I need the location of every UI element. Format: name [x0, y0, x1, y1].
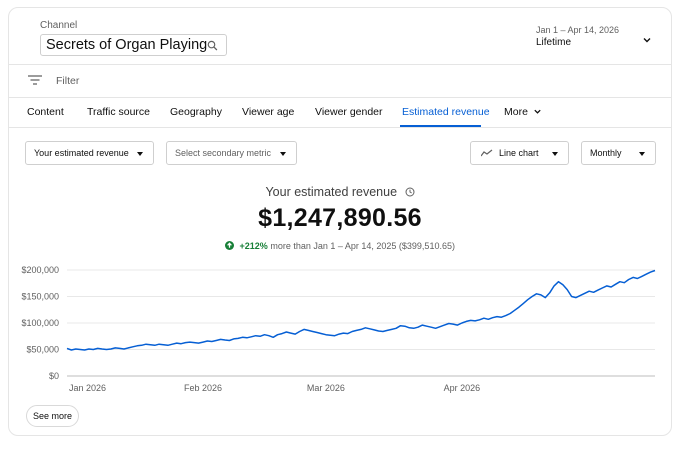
metric-value: $1,247,890.56: [258, 204, 422, 232]
tabs-divider: [9, 127, 671, 128]
metric-select-value: Your estimated revenue: [34, 148, 129, 158]
arrow-up-icon: [225, 241, 235, 250]
metric-change-percent: +212%: [239, 241, 268, 251]
dropdown-caret-icon: [137, 152, 143, 156]
secondary-metric-select[interactable]: Select secondary metric: [166, 141, 297, 165]
x-tick-label: Jan 2026: [69, 383, 106, 393]
revenue-line-chart: $200,000 $150,000 $100,000 $50,000 $0 Jan 202…: [21, 265, 656, 393]
channel-name: Secrets of Organ Playing: [46, 37, 208, 53]
report-tabs: Content Traffic source Geography Viewer …: [9, 98, 671, 128]
tab-more-label: More: [504, 106, 528, 118]
channel-search-field[interactable]: Secrets of Organ Playing: [40, 34, 227, 56]
tab-geography[interactable]: Geography: [170, 106, 222, 118]
dropdown-caret-icon: [639, 152, 645, 156]
revenue-series-line[interactable]: [66, 269, 656, 351]
tab-traffic-source[interactable]: Traffic source: [87, 106, 150, 118]
tab-viewer-gender[interactable]: Viewer gender: [315, 106, 383, 118]
y-tick-label: $0: [49, 371, 59, 381]
filter-input[interactable]: Filter: [56, 75, 79, 87]
metric-comparison: +212% more than Jan 1 – Apr 14, 2025 ($3…: [9, 241, 671, 251]
chart-type-select[interactable]: Line chart: [470, 141, 569, 165]
metric-compare-text: more than Jan 1 – Apr 14, 2025 ($399,510…: [270, 241, 455, 251]
dropdown-caret-icon: [280, 152, 286, 156]
line-chart-icon: [481, 149, 493, 157]
y-tick-label: $200,000: [21, 265, 59, 275]
metric-title-text: Your estimated revenue: [265, 185, 398, 199]
date-period-label[interactable]: Lifetime: [536, 37, 571, 48]
metric-title: Your estimated revenue: [9, 185, 671, 199]
y-tick-label: $50,000: [26, 345, 59, 355]
x-tick-label: Apr 2026: [444, 383, 481, 393]
search-icon[interactable]: [207, 40, 218, 51]
metric-select[interactable]: Your estimated revenue: [25, 141, 154, 165]
interval-value: Monthly: [590, 148, 622, 158]
see-more-button[interactable]: See more: [26, 405, 79, 427]
tab-estimated-revenue[interactable]: Estimated revenue: [402, 106, 490, 118]
x-tick-label: Mar 2026: [307, 383, 345, 393]
filter-icon[interactable]: [28, 74, 42, 86]
y-tick-label: $100,000: [21, 318, 59, 328]
interval-select[interactable]: Monthly: [581, 141, 656, 165]
date-range[interactable]: Jan 1 – Apr 14, 2026: [536, 25, 619, 35]
x-tick-label: Feb 2026: [184, 383, 222, 393]
dropdown-caret-icon: [552, 152, 558, 156]
y-tick-label: $150,000: [21, 292, 59, 302]
header-divider: [9, 64, 671, 65]
analytics-card: Channel Secrets of Organ Playing Jan 1 –…: [8, 7, 672, 436]
chevron-down-icon: [534, 109, 541, 114]
chevron-down-icon[interactable]: [642, 35, 652, 45]
clock-info-icon[interactable]: [405, 187, 415, 197]
secondary-metric-placeholder: Select secondary metric: [175, 148, 272, 158]
tab-viewer-age[interactable]: Viewer age: [242, 106, 294, 118]
tab-more[interactable]: More: [504, 106, 542, 118]
tab-content[interactable]: Content: [27, 106, 64, 118]
chart-type-value: Line chart: [499, 148, 539, 158]
channel-label: Channel: [40, 20, 78, 31]
